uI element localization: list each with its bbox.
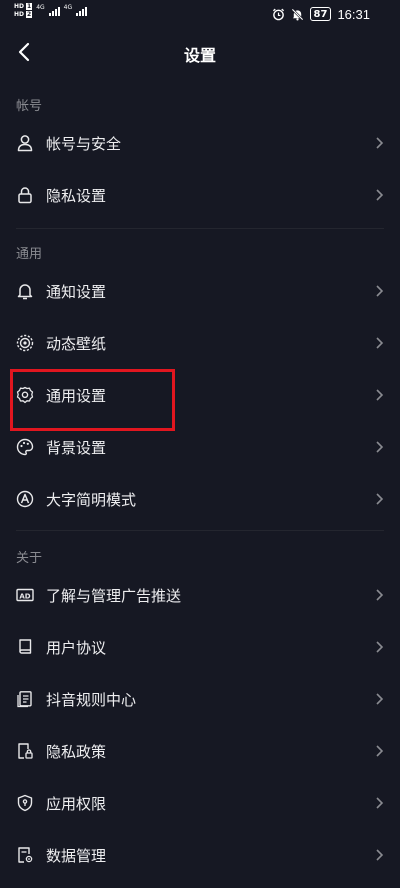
menu-item-label: 背景设置 [46,438,107,457]
shield-icon [16,794,34,812]
chevron-right-icon [376,493,384,505]
hd-indicator-1: HD 1 [14,3,33,10]
status-bar: HD 1 HD 2 4G 4G 87 16:31 [0,0,400,28]
menu-item-rules-center[interactable]: 抖音规则中心 [0,676,400,722]
menu-item-user-agreement[interactable]: 用户协议 [0,624,400,670]
privacy-doc-icon [16,742,34,760]
menu-item-data-management[interactable]: 数据管理 [0,832,400,878]
font-size-icon [16,490,34,508]
section-label-about: 关于 [16,551,43,566]
menu-item-label: 动态壁纸 [46,334,107,353]
chevron-right-icon [376,389,384,401]
menu-item-label: 隐私政策 [46,742,107,761]
menu-item-account-security[interactable]: 帐号与安全 [0,120,400,166]
menu-item-privacy-policy[interactable]: 隐私政策 [0,728,400,774]
lock-icon [16,186,34,204]
menu-item-ad-management[interactable]: AD 了解与管理广告推送 [0,572,400,618]
chevron-right-icon [376,589,384,601]
section-divider [16,530,384,531]
clock: 16:31 [337,6,370,22]
chevron-right-icon [376,285,384,297]
menu-item-label: 帐号与安全 [46,134,122,153]
chevron-right-icon [376,337,384,349]
chevron-right-icon [376,745,384,757]
wallpaper-icon [16,334,34,352]
section-label-general: 通用 [16,247,43,262]
hd-indicator-2: HD 2 [14,11,33,18]
menu-item-app-permissions[interactable]: 应用权限 [0,780,400,826]
menu-item-label: 了解与管理广告推送 [46,586,182,605]
chevron-right-icon [376,441,384,453]
chevron-right-icon [376,797,384,809]
data-manage-icon [16,846,34,864]
signal-area: HD 1 HD 2 4G 4G [14,3,88,18]
person-icon [16,134,34,152]
battery-icon: 87 [309,7,332,21]
section-label-account: 帐号 [16,99,43,114]
menu-item-large-text-mode[interactable]: 大字简明模式 [0,476,400,522]
rules-icon [16,690,34,708]
chevron-right-icon [376,189,384,201]
menu-item-notification-settings[interactable]: 通知设置 [0,268,400,314]
chevron-right-icon [376,137,384,149]
palette-icon [16,438,34,456]
book-icon [16,638,34,656]
alarm-icon [272,8,285,21]
section-divider [16,228,384,229]
svg-text:AD: AD [19,592,30,600]
menu-item-label: 用户协议 [46,638,107,657]
menu-item-label: 应用权限 [46,794,107,813]
menu-item-label: 数据管理 [46,846,107,865]
signal-bars-icon [76,6,88,16]
bell-icon [16,282,34,300]
ad-icon: AD [16,586,34,604]
chevron-right-icon [376,693,384,705]
highlight-box [10,369,175,431]
menu-item-label: 抖音规则中心 [46,690,137,709]
menu-item-label: 通知设置 [46,282,107,301]
nav-header: 设置 [0,34,400,70]
mute-icon [291,8,304,21]
menu-item-live-wallpaper[interactable]: 动态壁纸 [0,320,400,366]
menu-item-label: 大字简明模式 [46,490,137,509]
menu-item-privacy-settings[interactable]: 隐私设置 [0,172,400,218]
network-type-1: 4G [36,4,45,11]
signal-bars-icon [48,6,60,16]
chevron-right-icon [376,641,384,653]
chevron-right-icon [376,849,384,861]
network-type-2: 4G [63,4,73,11]
page-title: 设置 [183,46,216,65]
menu-item-label: 隐私设置 [46,186,107,205]
